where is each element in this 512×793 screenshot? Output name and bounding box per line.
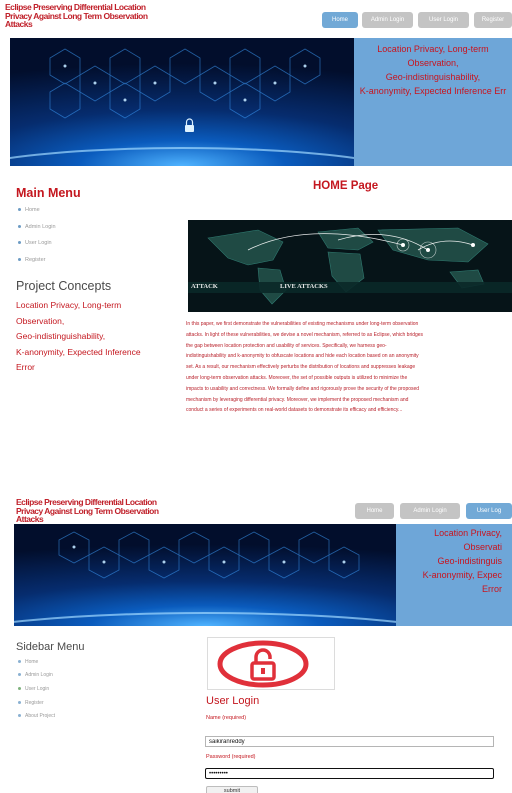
sidebar-item-user-login[interactable]: User Login — [18, 686, 49, 692]
sidebar-item-about-project[interactable]: About Project — [18, 713, 55, 719]
bullet-icon — [18, 660, 21, 664]
map-label-attack: ATTACK — [191, 283, 218, 290]
abstract-line: conduct a series of experiments on real-… — [186, 407, 403, 414]
site-title-line-3: Attacks — [5, 19, 33, 29]
password-field-label: Password (required) — [206, 754, 256, 760]
submit-button[interactable]: submit — [206, 786, 258, 793]
sidebar-item-label: About Project — [25, 713, 56, 719]
abstract-line: set. As a result, our mechanism effectiv… — [186, 364, 416, 371]
hexagon-network-graphic — [14, 531, 396, 623]
name-field[interactable] — [205, 736, 494, 747]
concept-line: Location Privacy, Long-term — [16, 300, 122, 310]
bullet-icon — [18, 701, 21, 705]
nav-home[interactable]: Home — [322, 12, 358, 28]
menu-item-label: Home — [25, 207, 40, 213]
sidebar-item-label: User Login — [25, 686, 50, 692]
concept-line: Error — [16, 362, 35, 372]
main-menu-title: Main Menu — [16, 186, 81, 200]
menu-item-label: Admin Login — [25, 224, 56, 230]
banner-keywords-panel: Location Privacy, Observati Geo-indistin… — [396, 524, 512, 626]
project-concepts-title: Project Concepts — [16, 279, 112, 293]
password-field[interactable] — [205, 768, 494, 779]
nav-user-login[interactable]: User Log — [466, 503, 512, 519]
site-title-line-3: Attacks — [16, 514, 44, 524]
user-login-title: User Login — [206, 695, 260, 707]
sidebar-item-label: Admin Login — [25, 672, 53, 678]
live-attacks-map-image: ATTACK LIVE ATTACKS — [188, 220, 512, 312]
banner-keyword-line: Geo-indistinguishability, — [385, 72, 481, 82]
project-concepts-list: Location Privacy, Long-term Observation,… — [16, 298, 186, 376]
sidebar-item-label: Register — [25, 700, 44, 706]
main-menu-item-user-login[interactable]: User Login — [18, 240, 52, 246]
banner-keyword-line: K-anonymity, Expected Inference Err — [359, 86, 507, 96]
abstract-line: indistinguishability and k-anonymity to … — [186, 353, 419, 360]
concept-line: Geo-indistinguishability, — [16, 331, 106, 341]
banner-keyword-line: K-anonymity, Expec — [422, 570, 502, 580]
home-page-title: HOME Page — [313, 180, 379, 192]
name-field-label: Name (required) — [206, 715, 247, 721]
bullet-icon — [18, 258, 21, 262]
nav-home[interactable]: Home — [355, 503, 394, 519]
nav-user-login[interactable]: User Login — [418, 12, 469, 28]
banner-keyword-line: Observati — [463, 542, 502, 552]
sidebar-item-admin-login[interactable]: Admin Login — [18, 672, 53, 678]
sidebar-menu-title: Sidebar Menu — [16, 641, 85, 653]
abstract-line: the gap between location protection and … — [186, 342, 387, 349]
lock-icon — [217, 640, 309, 688]
nav-admin-login[interactable]: Admin Login — [400, 503, 460, 519]
banner-keyword-line: Location Privacy, Long-term — [377, 44, 489, 54]
menu-item-label: User Login — [25, 240, 52, 246]
hexagon-network-graphic — [10, 48, 354, 160]
main-menu-item-home[interactable]: Home — [18, 207, 40, 213]
abstract-line: mechanism by leveraging differential pri… — [186, 396, 409, 403]
banner-keyword-line: Location Privacy, — [434, 528, 502, 538]
bullet-icon — [18, 714, 21, 718]
lock-image-box — [207, 637, 335, 690]
banner-keywords-panel: Location Privacy, Long-term Observation,… — [354, 38, 512, 166]
site-title: Eclipse Preserving Differential Location… — [16, 498, 186, 524]
bullet-icon — [18, 673, 21, 677]
main-menu-item-admin-login[interactable]: Admin Login — [18, 224, 56, 230]
bullet-icon — [18, 208, 21, 212]
sidebar-item-register[interactable]: Register — [18, 700, 44, 706]
site-title: Eclipse Preserving Differential Location… — [5, 3, 175, 29]
abstract-line: impacts to usability and correctness. We… — [186, 385, 420, 392]
concept-line: Observation, — [16, 315, 65, 326]
map-caption-bar: ATTACK LIVE ATTACKS — [188, 282, 512, 293]
map-label-live-attacks: LIVE ATTACKS — [280, 283, 328, 290]
bullet-icon — [18, 225, 21, 229]
banner-image — [10, 38, 354, 166]
bullet-icon — [18, 687, 21, 691]
banner-keyword-line: Observation, — [407, 58, 459, 68]
sidebar-item-label: Home — [25, 659, 39, 665]
menu-item-label: Register — [25, 257, 46, 263]
concept-line: K-anonymity, Expected Inference — [16, 346, 141, 357]
banner-keyword-line: Error — [482, 584, 502, 594]
world-map-graphic — [207, 227, 489, 305]
abstract-line: In this paper, we first demonstrate the … — [186, 321, 419, 327]
nav-admin-login[interactable]: Admin Login — [362, 12, 413, 28]
nav-register[interactable]: Register — [474, 12, 512, 28]
banner-keyword-line: Geo-indistinguis — [437, 556, 502, 566]
abstract-text: In this paper, we first demonstrate the … — [186, 319, 512, 419]
abstract-line: attacks. In light of these vulnerabiliti… — [186, 331, 424, 338]
banner-image — [14, 524, 396, 626]
sidebar-item-home[interactable]: Home — [18, 659, 38, 665]
main-menu-item-register[interactable]: Register — [18, 257, 45, 263]
bullet-icon — [18, 241, 21, 245]
abstract-line: under long-term observation attacks. Mor… — [186, 374, 408, 381]
